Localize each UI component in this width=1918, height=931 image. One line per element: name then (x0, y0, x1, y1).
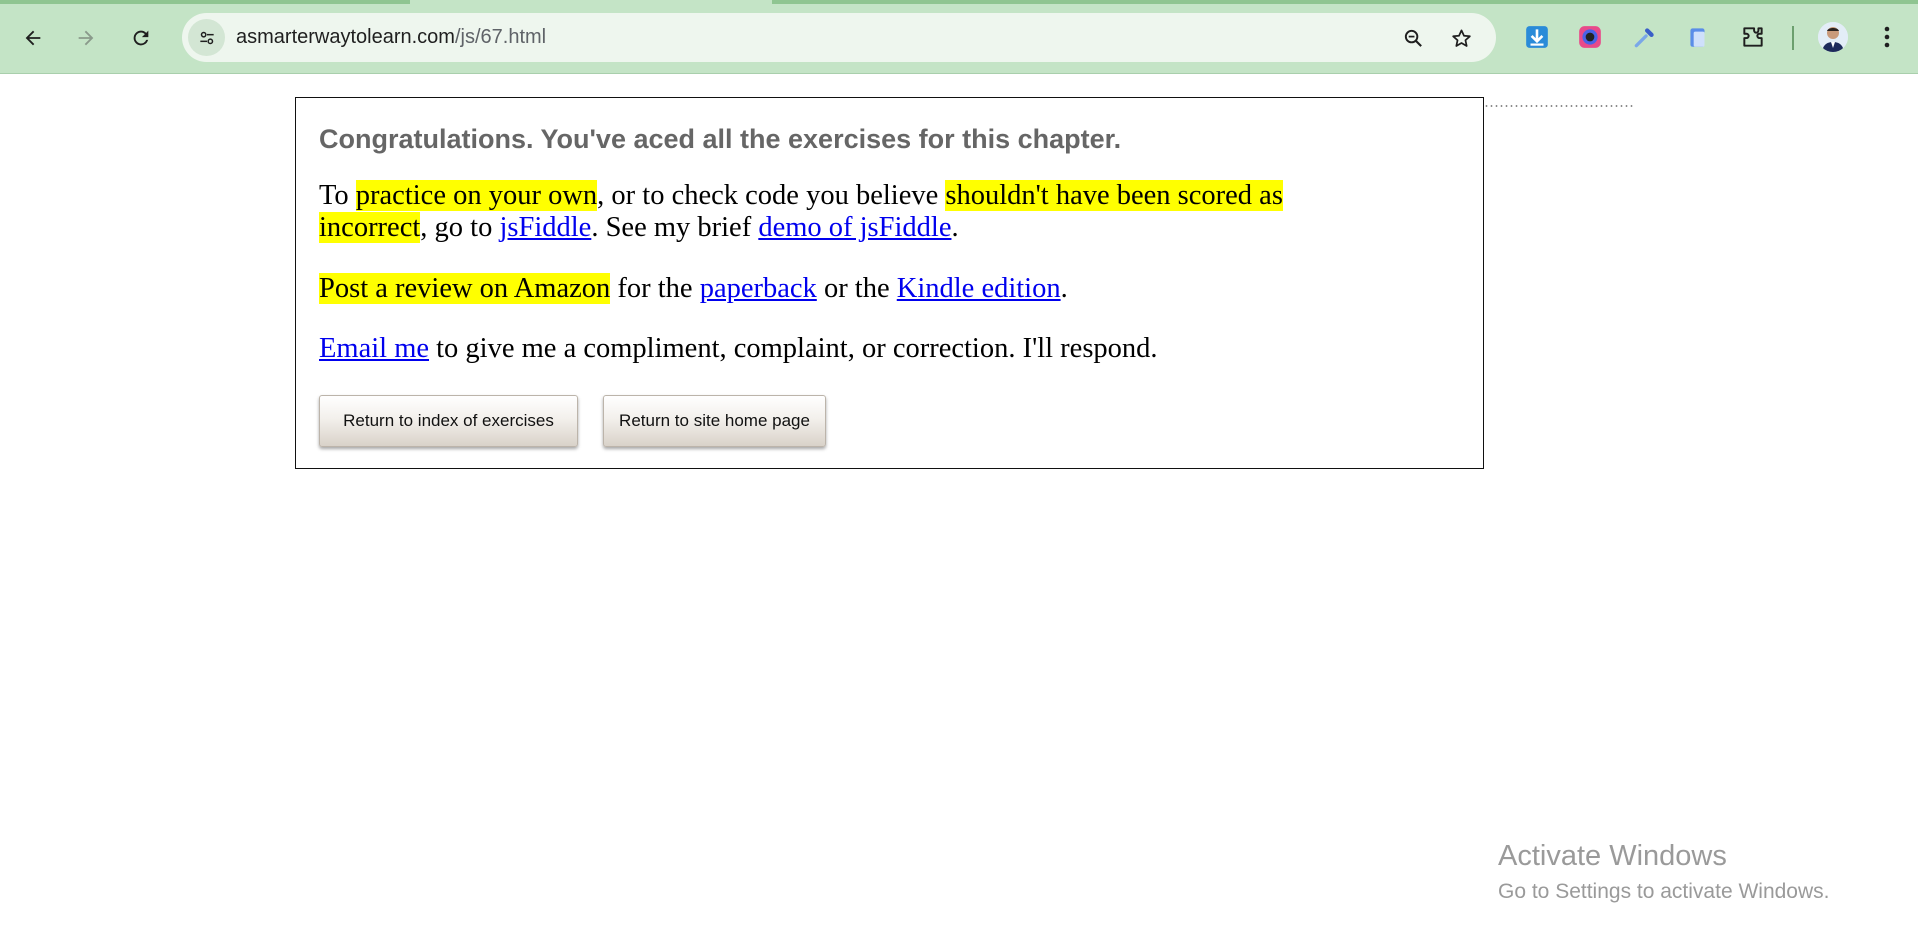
return-to-index-button[interactable]: Return to index of exercises (319, 395, 578, 447)
activate-windows-title: Activate Windows (1498, 840, 1727, 872)
text: . (1060, 273, 1068, 304)
zoom-button[interactable] (1400, 25, 1426, 51)
color-picker-extension-button[interactable] (1575, 22, 1605, 52)
color-picker-extension-icon (1579, 26, 1601, 48)
site-info-icon (199, 31, 214, 44)
url-domain: asmarterwaytolearn.com (236, 26, 455, 48)
reload-icon (133, 30, 149, 46)
clipboard-extension-icon (1690, 28, 1705, 47)
zoom-icon (1404, 29, 1422, 47)
kindle-edition-link[interactable]: Kindle edition (897, 273, 1061, 304)
text: , go to (420, 212, 500, 243)
address-bar[interactable]: asmarterwaytolearn.com/js/67.html (182, 13, 1496, 62)
extensions-button[interactable] (1738, 22, 1768, 52)
url-path: /js/67.html (454, 26, 547, 48)
text: . See my brief (591, 212, 759, 243)
forward-arrow-icon (78, 30, 94, 46)
site-info-button[interactable] (188, 19, 225, 56)
text: to give me a compliment, complaint, or c… (429, 333, 1158, 364)
bookmark-button[interactable] (1448, 25, 1474, 51)
toolbar-divider (1792, 26, 1794, 50)
more-vertical-icon (1884, 26, 1890, 48)
download-extension-icon (1526, 26, 1548, 48)
text: or the (816, 273, 897, 304)
download-extension-button[interactable] (1522, 22, 1552, 52)
highlight-review: Post a review on Amazon (319, 273, 611, 304)
text: for the (610, 273, 700, 304)
highlight-incorrect: incorrect (319, 212, 421, 243)
url-text[interactable]: asmarterwaytolearn.com/js/67.html (236, 27, 546, 47)
puzzle-extensions-icon (1743, 27, 1763, 47)
paperback-link[interactable]: paperback (700, 273, 817, 304)
bookmark-star-icon (1451, 28, 1471, 47)
congratulations-panel: Congratulations. You've aced all the exe… (295, 97, 1484, 469)
email-paragraph: Email me to give me a compliment, compla… (319, 333, 1158, 365)
back-arrow-icon (25, 30, 41, 46)
forward-button[interactable] (68, 20, 104, 56)
tab-strip-accent (772, 0, 1918, 4)
profile-avatar-icon (1818, 22, 1848, 52)
activate-windows-subtitle: Go to Settings to activate Windows. (1498, 880, 1830, 903)
jsfiddle-link[interactable]: jsFiddle (499, 212, 591, 243)
page-title: Congratulations. You've aced all the exe… (319, 124, 1122, 154)
text: , or to check code you believe (597, 180, 946, 211)
eyedropper-extension-icon (1634, 28, 1654, 48)
eyedropper-extension-button[interactable] (1630, 22, 1660, 52)
text: To (319, 180, 356, 211)
practice-paragraph: To practice on your own, or to check cod… (319, 180, 1283, 244)
clipboard-extension-button[interactable] (1683, 22, 1713, 52)
browser-toolbar: asmarterwaytolearn.com/js/67.html (0, 0, 1918, 74)
back-button[interactable] (15, 20, 51, 56)
highlight-scored: shouldn't have been scored as (945, 180, 1283, 211)
return-to-home-button[interactable]: Return to site home page (603, 395, 826, 447)
reload-button[interactable] (123, 20, 159, 56)
tab-strip-accent (0, 0, 410, 4)
text: . (951, 212, 959, 243)
demo-jsfiddle-link[interactable]: demo of jsFiddle (758, 212, 951, 243)
email-me-link[interactable]: Email me (319, 333, 429, 364)
profile-avatar[interactable] (1818, 22, 1848, 52)
highlight-practice: practice on your own (355, 180, 598, 211)
review-paragraph: Post a review on Amazon for the paperbac… (319, 273, 1068, 305)
browser-menu-button[interactable] (1872, 22, 1902, 52)
